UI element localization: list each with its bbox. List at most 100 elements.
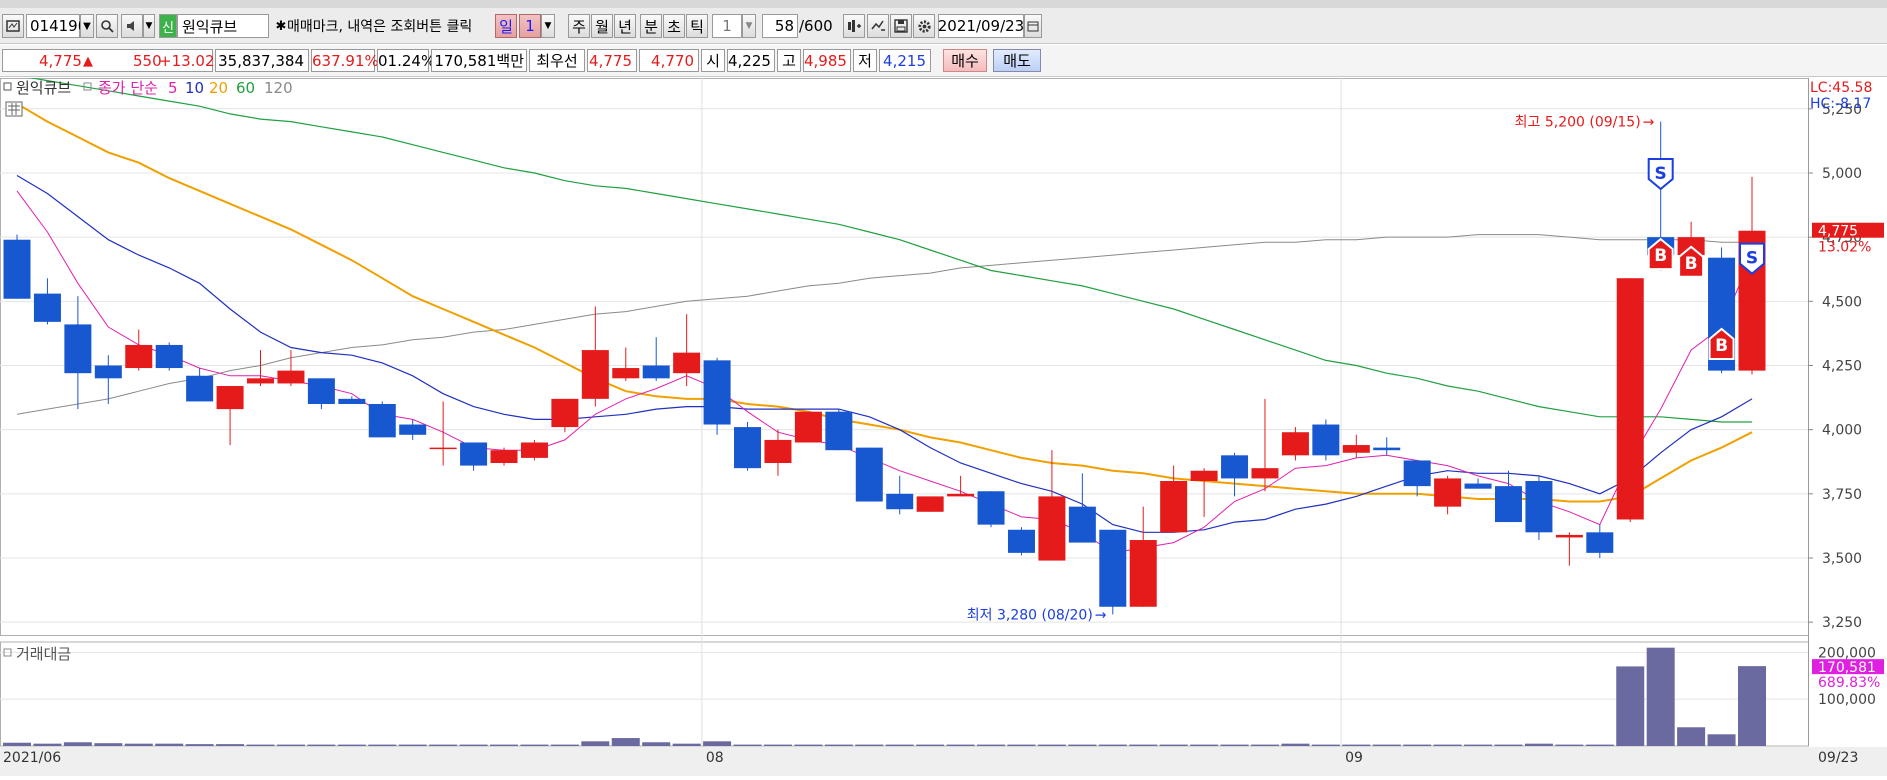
candle-body <box>581 350 609 399</box>
period-tick-tab[interactable]: 틱 <box>686 14 708 38</box>
tick-count-field[interactable]: 1 <box>712 14 742 38</box>
speaker-dropdown-icon[interactable]: ▼ <box>143 14 155 38</box>
volume-pct-label: 689.83% <box>1818 675 1880 691</box>
volume-bar <box>550 744 579 746</box>
period-count-field[interactable]: 1 <box>519 14 541 38</box>
candle-body <box>1160 480 1188 533</box>
legend-period-10: 10 <box>185 79 204 97</box>
volume-current-label: 170,581 <box>1818 660 1876 676</box>
candle-body <box>1312 424 1340 456</box>
stock-name-field[interactable]: 원익큐브 <box>177 14 269 38</box>
gear-icon[interactable] <box>913 14 935 38</box>
volume-bar <box>520 744 549 746</box>
candle-body <box>1494 486 1522 523</box>
best-quote-label: 최우선 <box>529 49 585 72</box>
calendar-icon[interactable] <box>1024 14 1042 38</box>
up-arrow-icon: ▲ <box>83 54 93 69</box>
current-price: 4,775 <box>39 52 82 70</box>
x-axis-label: 08 <box>706 750 724 766</box>
volume-bar <box>1646 647 1675 746</box>
open-price: 4,225 <box>727 49 775 72</box>
period-week-tab[interactable]: 주 <box>568 14 590 38</box>
save-icon[interactable] <box>890 14 912 38</box>
candle-body <box>1129 540 1157 607</box>
candle-body <box>307 378 335 404</box>
period-day-tab[interactable]: 일 <box>495 14 517 38</box>
candle-body <box>886 493 914 510</box>
volume-bar <box>398 744 427 746</box>
volume-bar <box>1738 666 1766 746</box>
volume-bar <box>216 744 245 746</box>
candle-body <box>1373 447 1401 451</box>
marker-label: B <box>1685 254 1698 274</box>
volume-bar <box>429 744 458 746</box>
chart-area: SBBBS 최고 5,200 (09/15) → 최저 3,280 (08/20) →… <box>0 74 1887 776</box>
legend-period-20: 20 <box>209 79 228 97</box>
candle-body <box>794 411 822 443</box>
legend-period-60: 60 <box>236 79 255 97</box>
volume-panel-frame <box>0 641 1809 747</box>
period-second-tab[interactable]: 초 <box>663 14 685 38</box>
candle-body <box>277 370 305 384</box>
volume-bar <box>1585 744 1614 746</box>
speaker-icon[interactable] <box>121 14 143 38</box>
volume-bar <box>581 741 610 746</box>
bid-price: 4,770 <box>639 49 699 72</box>
high-price: 4,985 <box>803 49 851 72</box>
zoom-out-icon[interactable] <box>867 14 889 38</box>
volume-bar <box>185 744 214 746</box>
volume-bar <box>611 738 640 746</box>
volume-bar <box>1372 744 1401 746</box>
mark-hint-text: 매매마크, 내역은 조회버튼 클릭 <box>287 19 473 35</box>
candle-body <box>977 491 1005 525</box>
volume-bar <box>642 742 671 746</box>
price-panel-frame <box>0 78 1809 636</box>
volume-tick-label: 200,000 <box>1818 645 1876 661</box>
open-label: 시 <box>701 49 725 72</box>
tick-dropdown-icon[interactable]: ▼ <box>742 14 756 38</box>
candle-body <box>1434 478 1462 507</box>
buy-button[interactable]: 매수 <box>943 49 987 72</box>
ma60-line <box>16 74 1752 423</box>
candle-body <box>1221 455 1249 479</box>
period-year-tab[interactable]: 년 <box>614 14 636 38</box>
extreme-label: 최고 5,200 (09/15) <box>1515 115 1641 131</box>
volume-bar <box>1068 744 1097 746</box>
candle-body <box>1007 529 1035 553</box>
candle-body <box>460 442 488 466</box>
period-count-dropdown-icon[interactable]: ▼ <box>541 14 555 38</box>
candle-body <box>247 378 275 384</box>
volume-bar <box>3 742 31 746</box>
extreme-label: 최저 3,280 (08/20) <box>967 607 1093 623</box>
candle-body <box>1281 432 1309 456</box>
code-dropdown-icon[interactable]: ▼ <box>80 14 94 38</box>
sell-button[interactable]: 매도 <box>993 49 1041 72</box>
volume-bar <box>794 744 823 746</box>
volume-tick-label: 100,000 <box>1818 692 1876 708</box>
ma120-line <box>16 234 1752 415</box>
zoom-in-icon[interactable] <box>843 14 865 38</box>
candle-body <box>703 360 731 425</box>
stock-code-input[interactable]: 014190 <box>26 14 87 38</box>
candle-body <box>642 365 670 379</box>
candle-body <box>1099 529 1127 607</box>
volume-bar <box>63 742 92 746</box>
y-tick-label: 4,500 <box>1822 294 1862 310</box>
candle-body <box>3 239 31 299</box>
high-label: 고 <box>777 49 801 72</box>
volume-bar <box>307 744 336 746</box>
candle-body <box>368 403 396 438</box>
volume-bar <box>1281 743 1310 746</box>
candle-body <box>1251 468 1279 479</box>
date-input[interactable]: 2021/09/23 <box>938 14 1024 38</box>
period-minute-tab[interactable]: 분 <box>640 14 662 38</box>
range-total: /600 <box>799 17 833 35</box>
chart-settings-icon[interactable] <box>2 14 24 38</box>
period-month-tab[interactable]: 월 <box>591 14 613 38</box>
range-input[interactable]: 58 <box>762 14 798 38</box>
marker-label: B <box>1715 336 1728 356</box>
candle-body <box>1342 445 1370 453</box>
price-chart[interactable]: SB BBS 최고 5,200 (09/15) →최저 3,280 (08/20) →… <box>0 74 1887 776</box>
x-axis-label: 09 <box>1345 750 1363 766</box>
search-icon[interactable] <box>96 14 118 38</box>
